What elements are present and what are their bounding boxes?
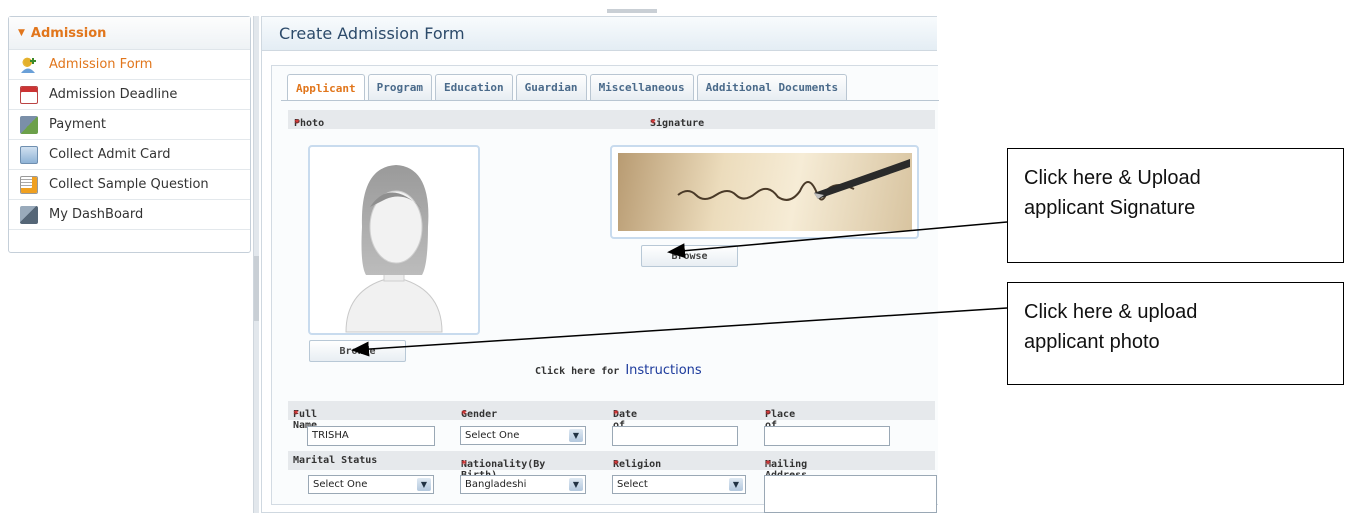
photo-arrow bbox=[351, 307, 1008, 357]
signature-arrow bbox=[667, 221, 1008, 259]
page: ▼ Admission Admission Form Admission Dea… bbox=[0, 0, 1349, 513]
callout-arrows bbox=[351, 221, 1008, 357]
